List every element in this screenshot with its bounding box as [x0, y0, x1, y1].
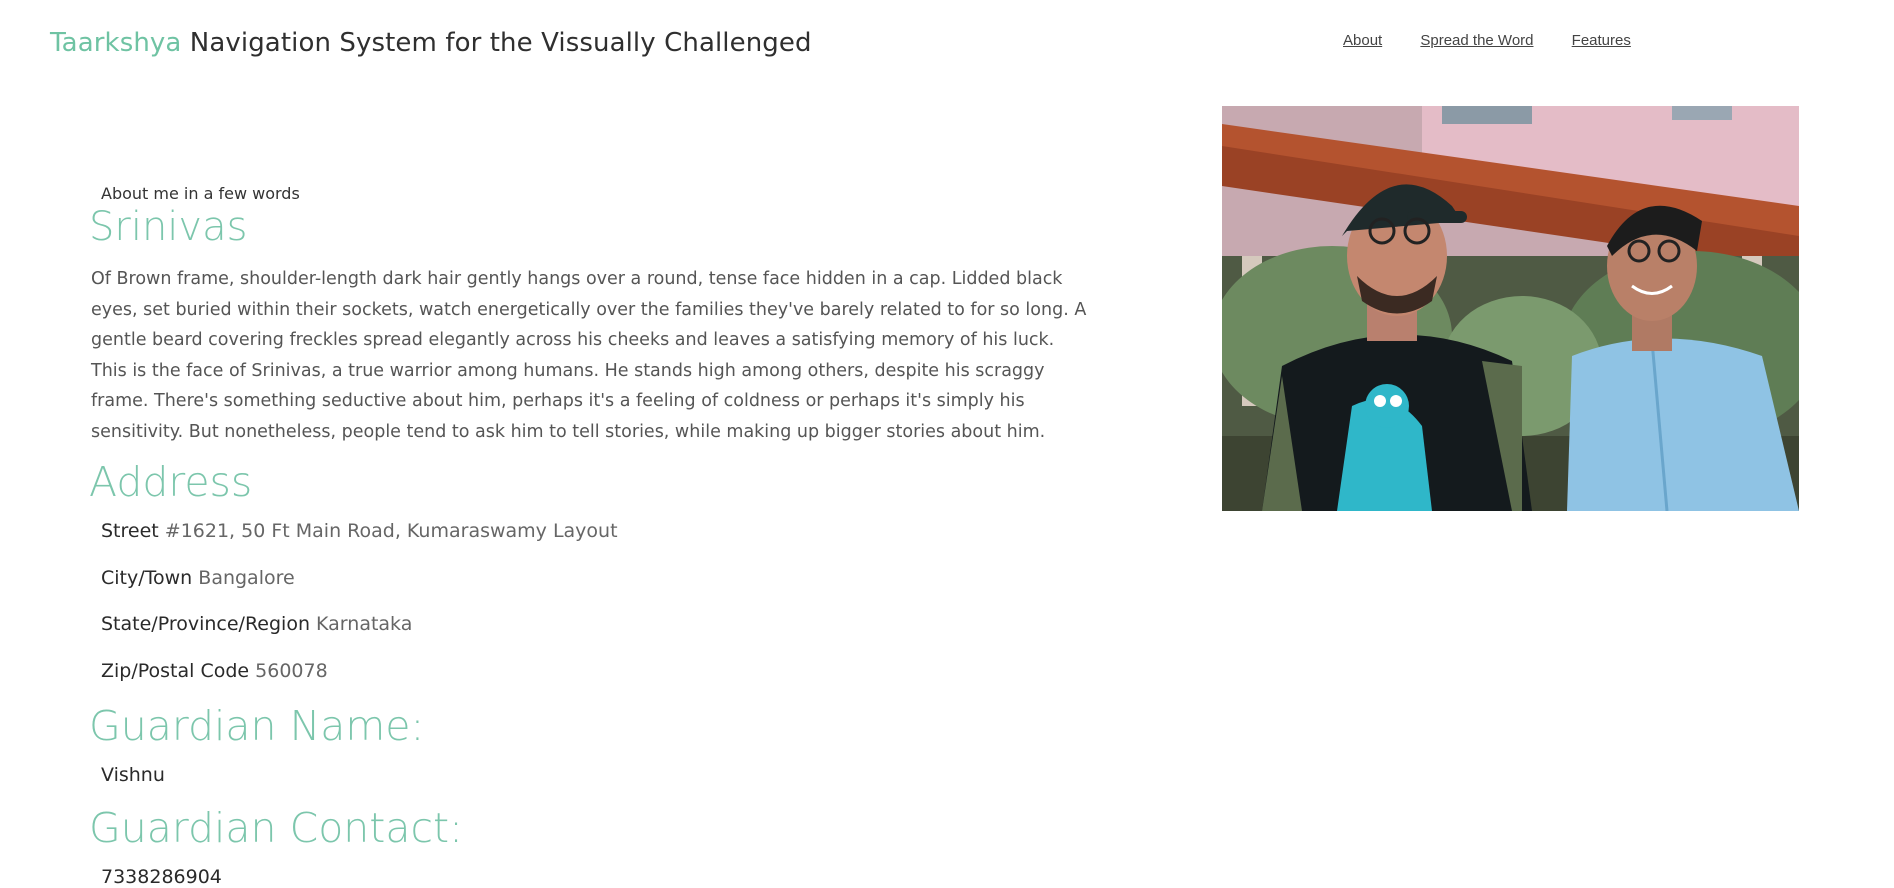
profile-photo: [1222, 106, 1799, 511]
city-value: Bangalore: [198, 567, 295, 589]
city-field: City/Town Bangalore: [101, 567, 295, 589]
state-field: State/Province/Region Karnataka: [101, 613, 412, 635]
nav-link-about[interactable]: About: [1343, 32, 1382, 49]
profile-name: Srinivas: [89, 204, 248, 250]
main-nav: About Spread the Word Features: [1343, 32, 1665, 49]
state-label: State/Province/Region: [101, 613, 310, 635]
zip-label: Zip/Postal Code: [101, 660, 250, 682]
nav-link-features[interactable]: Features: [1572, 32, 1631, 49]
photo-illustration: [1222, 106, 1799, 511]
state-value: Karnataka: [316, 613, 413, 635]
guardian-contact-heading: Guardian Contact:: [89, 804, 463, 852]
intro-label: About me in a few words: [101, 184, 300, 203]
zip-value: 560078: [255, 660, 328, 682]
guardian-name-heading: Guardian Name:: [89, 702, 425, 750]
nav-link-spread-the-word[interactable]: Spread the Word: [1420, 32, 1533, 49]
brand-name: Taarkshya: [50, 28, 182, 58]
guardian-contact: 7338286904: [101, 866, 222, 888]
street-label: Street: [101, 520, 159, 542]
site-title: Taarkshya Navigation System for the Viss…: [50, 28, 812, 58]
zip-field: Zip/Postal Code 560078: [101, 660, 328, 682]
street-field: Street #1621, 50 Ft Main Road, Kumaraswa…: [101, 520, 618, 542]
street-value: #1621, 50 Ft Main Road, Kumaraswamy Layo…: [164, 520, 618, 542]
guardian-name: Vishnu: [101, 764, 165, 786]
city-label: City/Town: [101, 567, 193, 589]
address-heading: Address: [89, 458, 253, 506]
profile-bio: Of Brown frame, shoulder-length dark hai…: [91, 269, 1087, 442]
site-title-text: Navigation System for the Vissually Chal…: [181, 28, 812, 58]
